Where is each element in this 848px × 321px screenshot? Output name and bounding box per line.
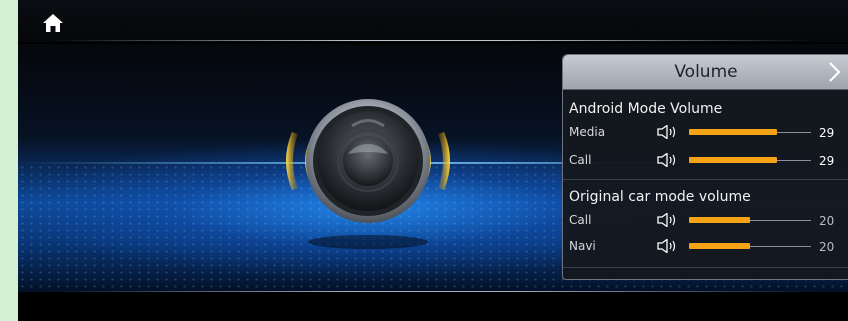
volume-panel-header: Volume xyxy=(563,55,848,90)
top-divider xyxy=(52,40,812,41)
volume-row-navi: Navi 20 xyxy=(569,237,848,257)
chevron-right-icon[interactable] xyxy=(825,61,843,83)
row-label: Call xyxy=(569,153,592,167)
speaker-volume-icon[interactable] xyxy=(657,153,679,167)
volume-slider-fill xyxy=(689,243,750,249)
volume-slider[interactable] xyxy=(689,243,811,249)
android-mode-volume-heading: Android Mode Volume xyxy=(569,101,723,117)
bottom-divider xyxy=(52,291,812,292)
home-icon[interactable] xyxy=(42,12,64,34)
volume-row-media: Media 29 xyxy=(569,123,848,143)
volume-value: 29 xyxy=(819,154,835,168)
row-label: Call xyxy=(569,213,592,227)
volume-slider-fill xyxy=(689,217,750,223)
panel-title: Volume xyxy=(674,62,738,82)
volume-value: 20 xyxy=(819,214,835,228)
volume-value: 29 xyxy=(819,126,835,140)
volume-slider-fill xyxy=(689,129,778,135)
section-divider xyxy=(563,179,848,180)
section-divider xyxy=(563,267,848,268)
volume-slider[interactable] xyxy=(689,217,811,223)
original-car-mode-volume-heading: Original car mode volume xyxy=(569,189,751,205)
volume-slider[interactable] xyxy=(689,129,811,135)
volume-slider-fill xyxy=(689,157,778,163)
speaker-volume-icon[interactable] xyxy=(657,213,679,227)
row-label: Navi xyxy=(569,239,596,253)
speaker-icon xyxy=(286,99,450,249)
speaker-volume-icon[interactable] xyxy=(657,125,679,139)
volume-panel: Volume Android Mode Volume Media 29 Call xyxy=(562,54,848,280)
volume-value: 20 xyxy=(819,240,835,254)
row-label: Media xyxy=(569,125,606,139)
speaker-volume-icon[interactable] xyxy=(657,239,679,253)
volume-slider[interactable] xyxy=(689,157,811,163)
volume-row-call: Call 20 xyxy=(569,211,848,231)
volume-row-call: Call 29 xyxy=(569,151,848,171)
car-screen: Volume Android Mode Volume Media 29 Call xyxy=(18,0,848,321)
top-bar xyxy=(18,0,848,42)
